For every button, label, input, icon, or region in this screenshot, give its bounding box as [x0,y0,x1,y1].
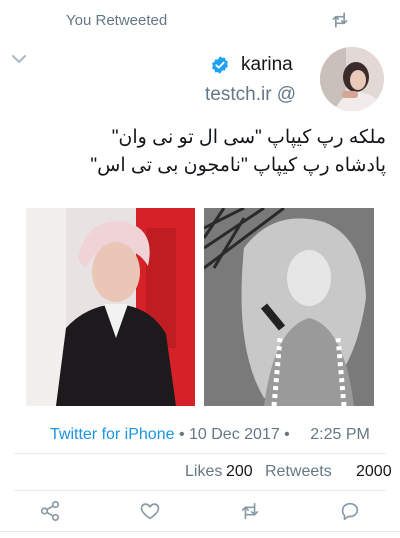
retweet-context-label: You Retweeted [66,12,168,29]
divider [0,531,400,532]
author-handle[interactable]: testch.ir @ [205,84,296,106]
tweet-photo[interactable] [204,208,374,406]
tweet-client-link[interactable]: Twitter for iPhone [50,426,175,443]
divider [14,453,386,454]
tweet-photo[interactable] [26,208,195,406]
likes-count[interactable]: 200 [226,463,253,481]
chevron-down-icon[interactable] [10,52,28,66]
heart-icon[interactable] [139,500,161,522]
tweet-date: • 10 Dec 2017 • [178,426,290,443]
retweets-label[interactable]: Retweets [265,463,332,481]
author-avatar[interactable] [320,47,384,111]
tweet-photo-image [26,208,195,406]
share-icon[interactable] [39,500,61,522]
tweet-text: ملکه رپ کیپاپ "سی ال تو نی وان" پادشاه ر… [26,124,386,180]
retweet-icon[interactable] [239,500,261,522]
verified-badge-icon [212,56,228,74]
likes-label[interactable]: Likes [185,463,222,481]
tweet-text-line: ملکه رپ کیپاپ "سی ال تو نی وان" [111,127,386,148]
tweet-meta: Twitter for iPhone • 10 Dec 2017 • 2:25 … [50,426,370,444]
avatar-image [320,47,384,111]
divider [14,490,386,491]
tweet-time: 2:25 PM [310,426,370,443]
tweet-text-line: پادشاه رپ کیپاپ "نامجون بی تی اس" [90,155,386,176]
reply-icon[interactable] [339,500,361,522]
tweet-photo-image [204,208,374,406]
retweet-icon [332,12,348,28]
author-name[interactable]: karina [241,54,293,76]
retweets-count[interactable]: 2000 [356,463,392,481]
